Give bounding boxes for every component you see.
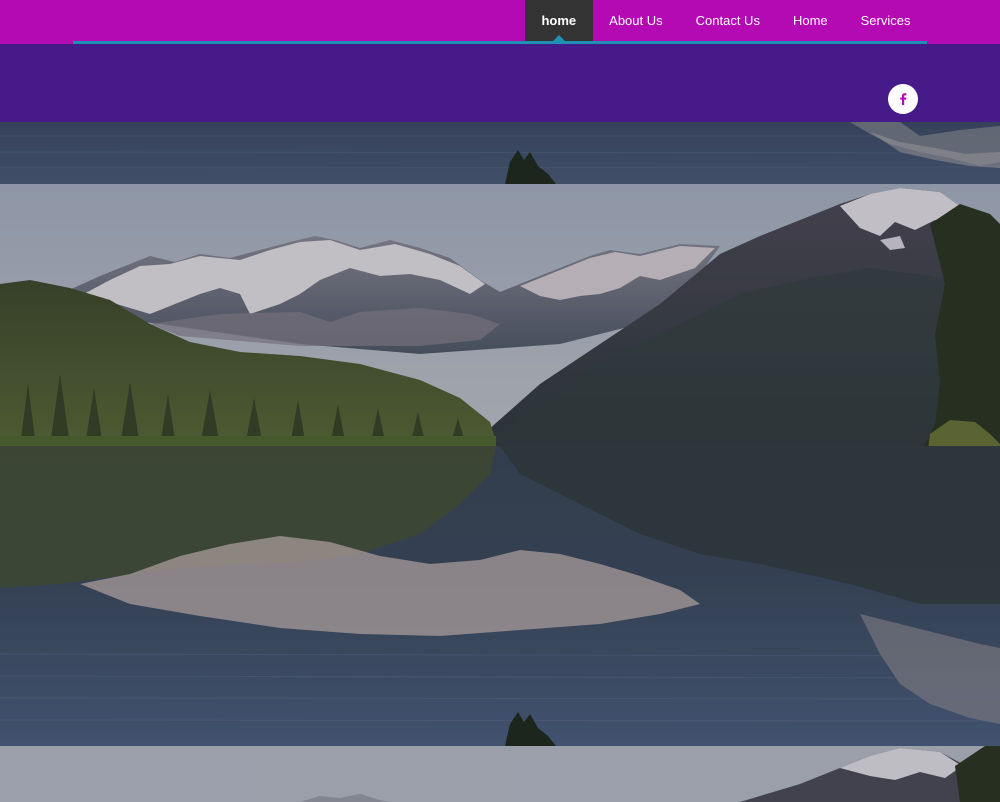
top-nav-bar: home About Us Contact Us Home Services — [0, 0, 1000, 44]
page: home About Us Contact Us Home Services — [0, 0, 1000, 802]
hero-image-strip-top — [0, 122, 1000, 184]
hero-image-mountain-lake — [0, 184, 1000, 746]
nav-item-home[interactable]: Home — [776, 0, 844, 41]
facebook-icon — [900, 93, 907, 105]
header-band — [0, 44, 1000, 122]
nav-item-services[interactable]: Services — [844, 0, 927, 41]
hero-image-strip-bottom — [0, 746, 1000, 802]
main-nav: home About Us Contact Us Home Services — [524, 0, 927, 41]
facebook-button[interactable] — [888, 84, 918, 114]
nav-accent-line — [73, 41, 927, 44]
nav-item-about-us[interactable]: About Us — [593, 0, 679, 41]
nav-item-contact-us[interactable]: Contact Us — [679, 0, 776, 41]
nav-item-home-active[interactable]: home — [524, 0, 593, 41]
